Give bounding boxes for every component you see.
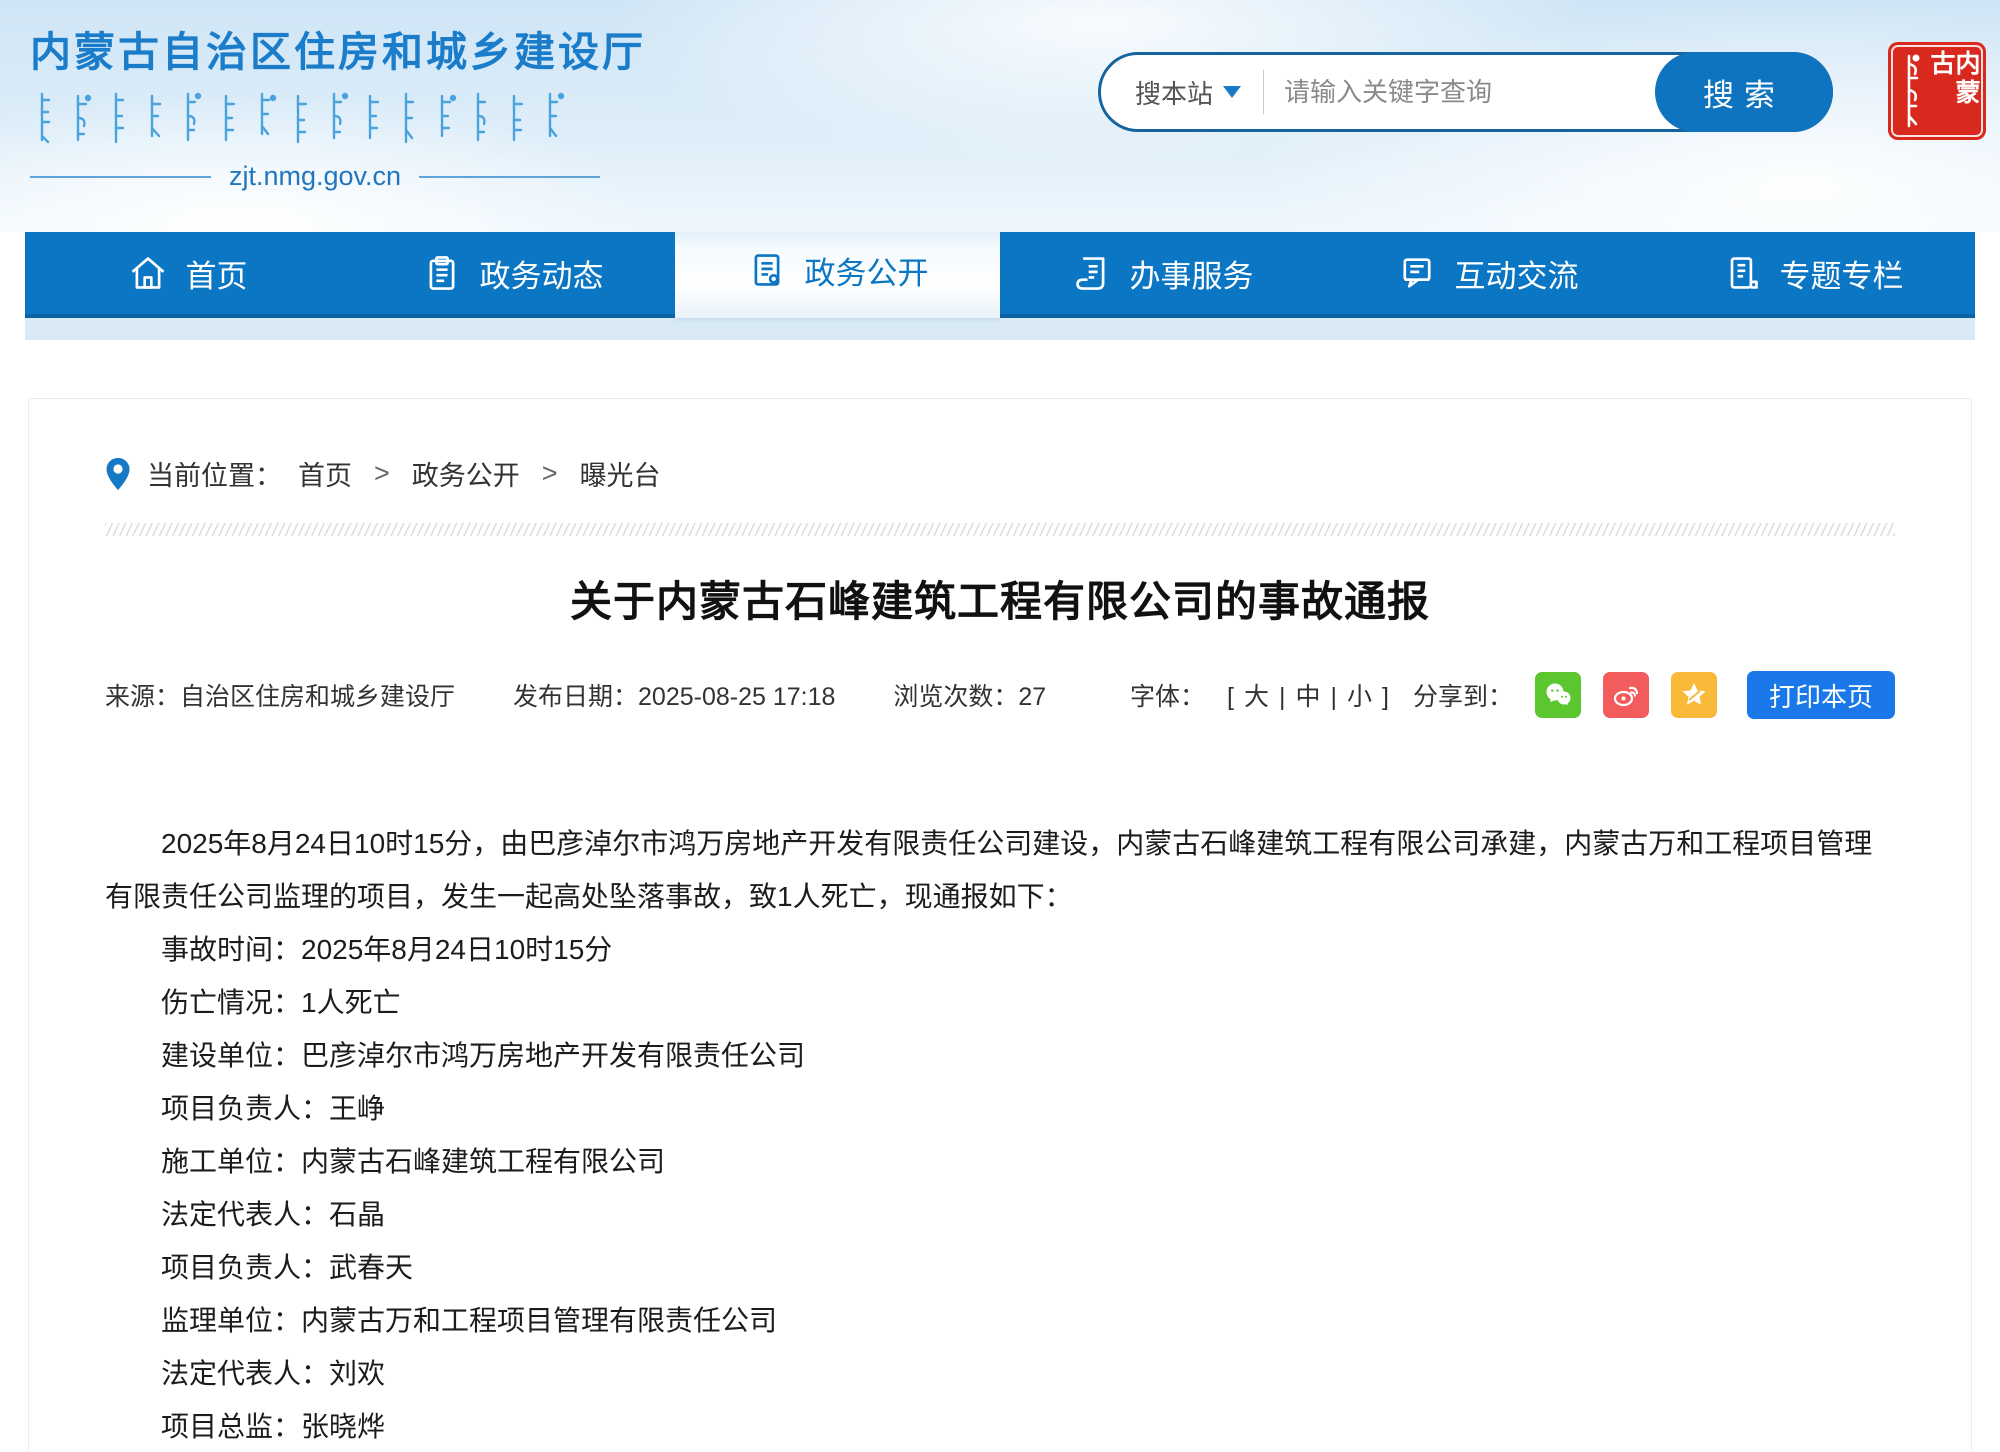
share-label: 分享到： bbox=[1413, 677, 1513, 713]
favorite-star-icon[interactable] bbox=[1671, 672, 1717, 718]
search-scope-label: 搜本站 bbox=[1135, 74, 1213, 111]
document-icon bbox=[747, 250, 787, 290]
font-size-small[interactable]: 小 bbox=[1339, 683, 1382, 711]
chat-icon bbox=[1397, 253, 1437, 293]
article-paragraph: 项目负责人：武春天 bbox=[105, 1241, 1895, 1294]
weibo-icon[interactable] bbox=[1603, 672, 1649, 718]
search-button[interactable]: 搜索 bbox=[1655, 52, 1833, 132]
wechat-icon[interactable] bbox=[1535, 672, 1581, 718]
font-size-large[interactable]: 大 bbox=[1236, 683, 1279, 711]
search-scope-select[interactable]: 搜本站 bbox=[1101, 74, 1263, 111]
nav-item-label: 政务公开 bbox=[805, 248, 929, 293]
article-paragraph: 2025年8月24日10时15分，由巴彦淖尔市鸿万房地产开发有限责任公司建设，内… bbox=[105, 817, 1895, 923]
scroll-icon bbox=[1072, 253, 1112, 293]
article-meta-row: 来源：自治区住房和城乡建设厅 发布日期：2025-08-25 17:18 浏览次… bbox=[105, 671, 1895, 719]
font-size-medium[interactable]: 中 bbox=[1287, 683, 1330, 711]
site-banner: 内蒙古自治区住房和城乡建设厅 bbox=[0, 0, 2000, 232]
article-paragraph: 法定代表人：刘欢 bbox=[105, 1347, 1895, 1400]
article-paragraph: 建设单位：巴彦淖尔市鸿万房地产开发有限责任公司 bbox=[105, 1029, 1895, 1082]
article-body: 2025年8月24日10时15分，由巴彦淖尔市鸿万房地产开发有限责任公司建设，内… bbox=[105, 817, 1895, 1452]
article-tools: 字体： [大|中|小] 分享到： bbox=[1130, 671, 1895, 719]
meta-source: 来源：自治区住房和城乡建设厅 bbox=[105, 677, 455, 713]
bracket-close: ] bbox=[1382, 683, 1391, 711]
breadcrumb-separator: > bbox=[536, 458, 564, 489]
breadcrumb-separator: > bbox=[368, 458, 396, 489]
site-url-row: zjt.nmg.gov.cn bbox=[30, 161, 600, 192]
breadcrumb: 当前位置： 首页 > 政务公开 > 曝光台 bbox=[105, 454, 1895, 493]
breadcrumb-label: 当前位置： bbox=[147, 454, 282, 493]
clipboard-icon bbox=[422, 253, 462, 293]
nav-item-label: 互动交流 bbox=[1455, 251, 1579, 296]
bracket-open: [ bbox=[1227, 683, 1236, 711]
nav-item-label: 政务动态 bbox=[480, 251, 604, 296]
column-icon bbox=[1722, 253, 1762, 293]
location-pin-icon bbox=[105, 457, 131, 491]
article-paragraph: 项目负责人：王峥 bbox=[105, 1082, 1895, 1135]
nav-item-label: 专题专栏 bbox=[1780, 251, 1904, 296]
page-title: 关于内蒙古石峰建筑工程有限公司的事故通报 bbox=[105, 568, 1895, 629]
article-paragraph: 监理单位：内蒙古万和工程项目管理有限责任公司 bbox=[105, 1294, 1895, 1347]
nav-item-label: 首页 bbox=[186, 251, 248, 296]
seal-text: 内蒙古 bbox=[1928, 50, 1978, 132]
site-title: 内蒙古自治区住房和城乡建设厅 bbox=[30, 18, 600, 78]
site-search: 搜本站 搜索 bbox=[1098, 52, 1833, 132]
meta-date: 发布日期：2025-08-25 17:18 bbox=[513, 677, 835, 713]
font-size-separator: | bbox=[1331, 683, 1340, 711]
nav-item-label: 办事服务 bbox=[1130, 251, 1254, 296]
meta-views: 浏览次数：27 bbox=[893, 677, 1046, 713]
breadcrumb-home[interactable]: 首页 bbox=[298, 454, 352, 493]
article-paragraph: 伤亡情况：1人死亡 bbox=[105, 976, 1895, 1029]
nav-item-topics[interactable]: 专题专栏 bbox=[1650, 232, 1975, 314]
url-rule-left bbox=[30, 176, 211, 178]
article-paragraph: 事故时间：2025年8月24日10时15分 bbox=[105, 923, 1895, 976]
nav-bottom-strip bbox=[25, 318, 1975, 340]
nav-item-news[interactable]: 政务动态 bbox=[350, 232, 675, 314]
font-size-controls: [大|中|小] bbox=[1227, 677, 1391, 713]
nav-item-interaction[interactable]: 互动交流 bbox=[1325, 232, 1650, 314]
article-meta: 来源：自治区住房和城乡建设厅 发布日期：2025-08-25 17:18 浏览次… bbox=[105, 677, 1046, 713]
home-icon bbox=[128, 253, 168, 293]
article-paragraph: 项目总监：张晓烨 bbox=[105, 1400, 1895, 1452]
article-paragraph: 法定代表人：石晶 bbox=[105, 1188, 1895, 1241]
nav-item-services[interactable]: 办事服务 bbox=[1000, 232, 1325, 314]
main-navigation: 首页 政务动态 政务公开 办事服务 互动交流 专题专栏 bbox=[25, 232, 1975, 318]
breadcrumb-exposure[interactable]: 曝光台 bbox=[580, 454, 661, 493]
content-card: 当前位置： 首页 > 政务公开 > 曝光台 关于内蒙古石峰建筑工程有限公司的事故… bbox=[28, 398, 1972, 1452]
chevron-down-icon bbox=[1223, 86, 1241, 98]
seal-mongolian-icon bbox=[1896, 52, 1922, 130]
hatched-divider bbox=[105, 523, 1895, 536]
print-page-button[interactable]: 打印本页 bbox=[1747, 671, 1895, 719]
article-paragraph: 施工单位：内蒙古石峰建筑工程有限公司 bbox=[105, 1135, 1895, 1188]
breadcrumb-disclosure[interactable]: 政务公开 bbox=[412, 454, 520, 493]
font-size-label: 字体： bbox=[1130, 677, 1205, 713]
site-logo[interactable]: 内蒙古自治区住房和城乡建设厅 bbox=[30, 18, 600, 192]
nav-item-disclosure[interactable]: 政务公开 bbox=[675, 222, 1000, 318]
search-input[interactable] bbox=[1264, 77, 1655, 108]
url-rule-right bbox=[419, 176, 600, 178]
inner-mongolia-seal: 内蒙古 bbox=[1888, 42, 1986, 140]
mongolian-script-icon bbox=[30, 90, 600, 148]
nav-item-home[interactable]: 首页 bbox=[25, 232, 350, 314]
site-url: zjt.nmg.gov.cn bbox=[229, 161, 401, 192]
